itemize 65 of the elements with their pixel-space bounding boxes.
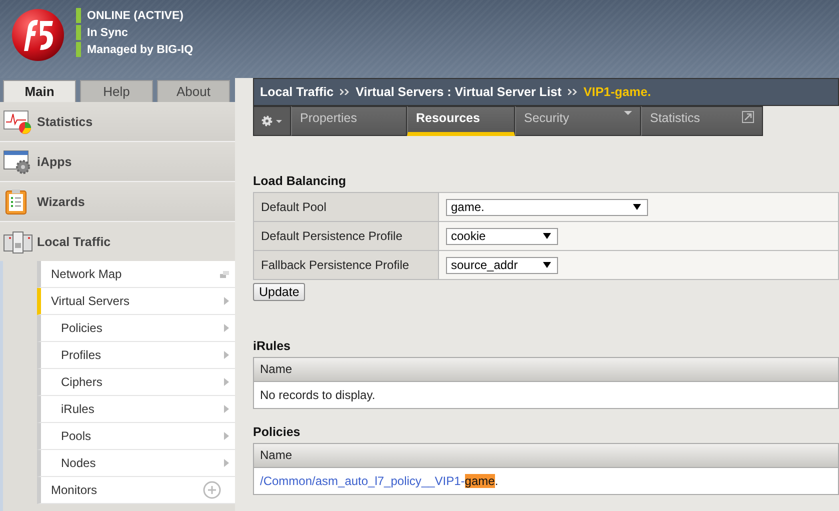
breadcrumb-link[interactable]: Local Traffic bbox=[260, 85, 334, 99]
column-header: Name bbox=[254, 444, 838, 468]
window-gear-icon bbox=[3, 148, 33, 174]
empty-message: No records to display. bbox=[254, 382, 838, 408]
field-label: Default Persistence Profile bbox=[254, 222, 438, 250]
column-header: Name bbox=[254, 358, 838, 382]
submenu-item[interactable]: Pools bbox=[37, 423, 235, 450]
section-title: Load Balancing bbox=[253, 174, 348, 188]
submenu-item[interactable]: Monitors bbox=[37, 477, 235, 504]
dropdown-arrow-icon bbox=[633, 204, 641, 210]
status-text: Managed by BIG-IQ bbox=[87, 44, 194, 56]
tab[interactable]: Security bbox=[515, 106, 641, 136]
submenu-item[interactable]: Virtual Servers bbox=[37, 288, 235, 315]
nav-item[interactable]: Wizards bbox=[0, 182, 235, 222]
settings-icon bbox=[261, 115, 283, 127]
dropdown-field[interactable]: game. bbox=[446, 198, 648, 216]
tab[interactable]: Statistics bbox=[641, 106, 763, 136]
sidebar-tab[interactable]: Main bbox=[3, 80, 76, 102]
dropdown-field[interactable]: cookie bbox=[446, 228, 558, 244]
section-title: Policies bbox=[253, 425, 302, 439]
nav-item[interactable]: iApps bbox=[0, 142, 235, 182]
field-label: Fallback Persistence Profile bbox=[254, 250, 438, 280]
logo-icon bbox=[10, 7, 66, 63]
sidebar-tab[interactable]: About bbox=[157, 80, 230, 102]
arrow-icon bbox=[224, 324, 229, 332]
dropdown-arrow-icon bbox=[543, 262, 551, 268]
submenu-item[interactable]: Network Map bbox=[37, 261, 235, 288]
tab[interactable]: Resources bbox=[407, 106, 515, 136]
field-label: Default Pool bbox=[254, 192, 438, 222]
caret-icon bbox=[624, 111, 632, 115]
nav-item[interactable]: Statistics bbox=[0, 102, 235, 142]
submenu-item[interactable]: Nodes bbox=[37, 450, 235, 477]
status-indicator bbox=[76, 25, 81, 40]
arrow-icon bbox=[224, 459, 229, 467]
dropdown-arrow-icon bbox=[543, 233, 551, 239]
arrow-icon bbox=[224, 297, 229, 305]
submenu-item[interactable]: Policies bbox=[37, 315, 235, 342]
breadcrumb-link[interactable]: Virtual Servers : Virtual Server List bbox=[356, 85, 562, 99]
servers-icon bbox=[3, 228, 33, 254]
update-button[interactable]: Update bbox=[253, 283, 306, 301]
chevron-icon bbox=[340, 89, 350, 95]
window-icon bbox=[220, 270, 229, 278]
submenu-item[interactable]: Ciphers bbox=[37, 369, 235, 396]
settings-menu-button[interactable] bbox=[253, 106, 291, 136]
submenu-item[interactable]: Profiles bbox=[37, 342, 235, 369]
chevron-icon bbox=[568, 89, 578, 95]
section-title: iRules bbox=[253, 339, 292, 353]
sidebar-tab[interactable]: Help bbox=[80, 80, 153, 102]
status-indicator bbox=[76, 42, 81, 57]
external-link-icon bbox=[742, 111, 754, 123]
arrow-icon bbox=[224, 378, 229, 386]
chart-icon bbox=[3, 108, 33, 134]
arrow-icon bbox=[224, 351, 229, 359]
dropdown-field[interactable]: source_addr bbox=[446, 256, 558, 274]
policy-link[interactable]: /Common/asm_auto_l7_policy__VIP1-game bbox=[260, 474, 495, 488]
status-text: ONLINE (ACTIVE) bbox=[87, 10, 184, 22]
breadcrumb-current: VIP1-game. bbox=[584, 85, 651, 99]
tab[interactable]: Properties bbox=[291, 106, 407, 136]
status-indicator bbox=[76, 8, 81, 23]
add-icon bbox=[203, 481, 221, 499]
status-text: In Sync bbox=[87, 26, 128, 38]
table-text: . bbox=[494, 474, 498, 488]
arrow-icon bbox=[224, 432, 229, 440]
submenu-item[interactable]: iRules bbox=[37, 396, 235, 423]
arrow-icon bbox=[224, 405, 229, 413]
